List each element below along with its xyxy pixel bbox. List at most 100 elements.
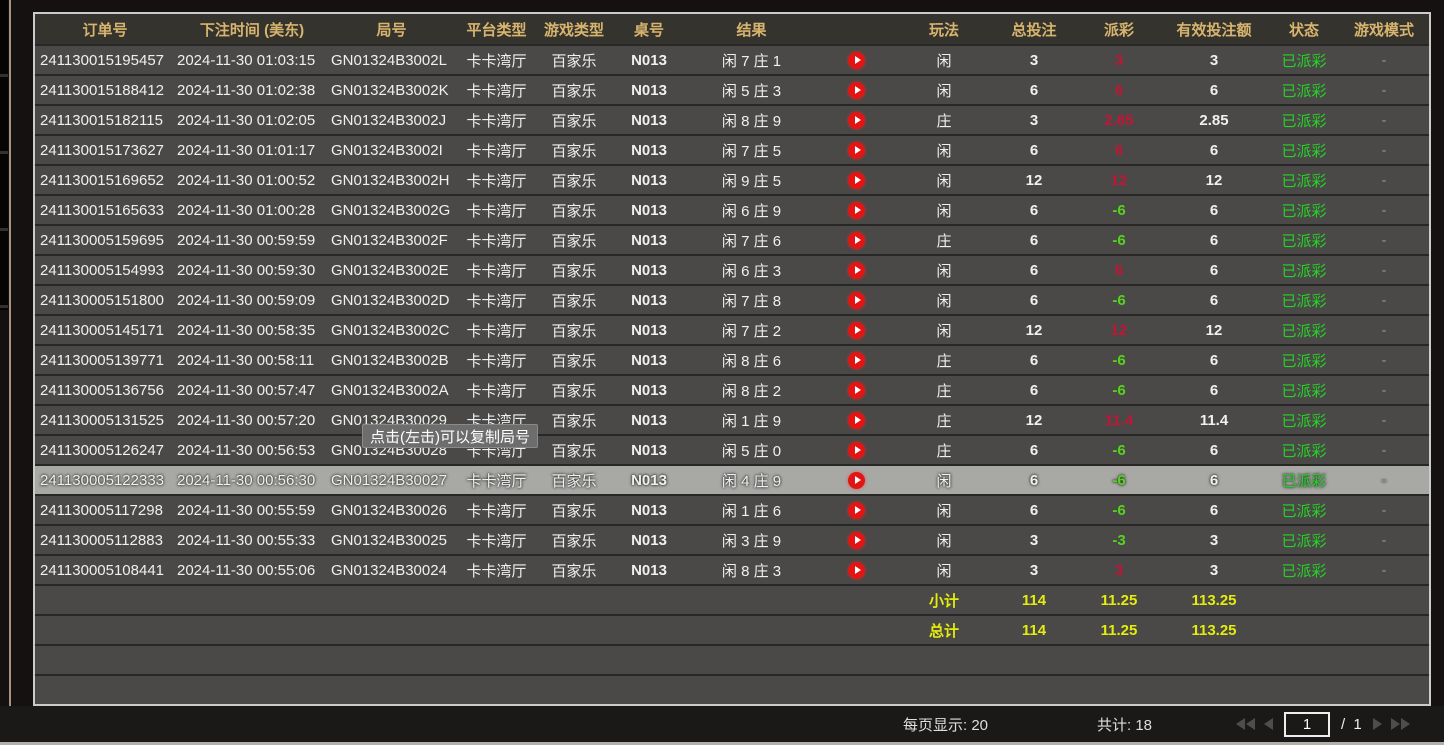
game-mode-cell: - <box>1339 196 1429 224</box>
background-window-strip <box>0 0 8 310</box>
round-id-cell[interactable]: GN01324B3002E <box>329 256 454 284</box>
round-id-cell[interactable]: GN01324B3002H <box>329 166 454 194</box>
status-cell: 已派彩 <box>1269 106 1339 134</box>
table-row[interactable]: 2411300051549932024-11-30 00:59:30GN0132… <box>35 254 1429 284</box>
replay-play-icon[interactable] <box>848 382 865 399</box>
replay-play-icon[interactable] <box>848 202 865 219</box>
table-row[interactable]: 2411300051367562024-11-30 00:57:47GN0132… <box>35 374 1429 404</box>
replay-play-icon[interactable] <box>848 502 865 519</box>
round-id-cell[interactable]: GN01324B3002I <box>329 136 454 164</box>
replay-play-icon[interactable] <box>848 412 865 429</box>
column-header: 派彩 <box>1079 14 1159 44</box>
valid-bet-cell: 6 <box>1159 436 1269 464</box>
table-row[interactable]: 2411300051172982024-11-30 00:55:59GN0132… <box>35 494 1429 524</box>
bet-time-cell: 2024-11-30 01:02:38 <box>175 76 329 104</box>
table-row[interactable]: 2411300151884122024-11-30 01:02:38GN0132… <box>35 74 1429 104</box>
column-header: 状态 <box>1269 14 1339 44</box>
valid-bet-cell: 6 <box>1159 346 1269 374</box>
table-row[interactable]: 2411300151656332024-11-30 01:00:28GN0132… <box>35 194 1429 224</box>
round-id-cell[interactable]: GN01324B30025 <box>329 526 454 554</box>
replay-play-icon[interactable] <box>848 442 865 459</box>
round-id-cell[interactable]: GN01324B3002F <box>329 226 454 254</box>
round-id-cell[interactable]: GN01324B3002J <box>329 106 454 134</box>
table-row[interactable]: 2411300051262472024-11-30 00:56:53GN0132… <box>35 434 1429 464</box>
round-id-cell[interactable]: GN01324B3002D <box>329 286 454 314</box>
replay-play-icon[interactable] <box>848 562 865 579</box>
table-row[interactable]: 2411300051518002024-11-30 00:59:09GN0132… <box>35 284 1429 314</box>
replay-cell <box>814 226 899 254</box>
table-number-cell: N013 <box>609 496 689 524</box>
table-row[interactable]: 2411300051084412024-11-30 00:55:06GN0132… <box>35 554 1429 584</box>
column-header: 玩法 <box>899 14 989 44</box>
replay-play-icon[interactable] <box>848 82 865 99</box>
replay-play-icon[interactable] <box>848 142 865 159</box>
replay-play-icon[interactable] <box>848 172 865 189</box>
round-id-cell[interactable]: GN01324B3002C <box>329 316 454 344</box>
play-triangle-icon <box>855 176 861 184</box>
first-page-icon[interactable] <box>1236 718 1255 730</box>
replay-play-icon[interactable] <box>848 532 865 549</box>
round-id-cell[interactable]: GN01324B3002K <box>329 76 454 104</box>
summary-valid-bet: 113.25 <box>1159 616 1269 644</box>
table-row[interactable]: 2411300051128832024-11-30 00:55:33GN0132… <box>35 524 1429 554</box>
status-cell: 已派彩 <box>1269 166 1339 194</box>
round-id-cell[interactable]: GN01324B3002G <box>329 196 454 224</box>
last-page-icon[interactable] <box>1391 718 1410 730</box>
replay-play-icon[interactable] <box>848 262 865 279</box>
order-id-cell: 241130015195457 <box>35 46 175 74</box>
replay-play-icon[interactable] <box>848 472 865 489</box>
game-result-cell: 闲 6 庄 3 <box>689 256 814 284</box>
summary-valid-bet: 113.25 <box>1159 586 1269 614</box>
replay-play-icon[interactable] <box>848 112 865 129</box>
payout-cell: 2.85 <box>1079 106 1159 134</box>
table-row[interactable]: 2411300051223332024-11-30 00:56:30GN0132… <box>35 464 1429 494</box>
replay-cell <box>814 136 899 164</box>
table-row[interactable]: 2411300151736272024-11-30 01:01:17GN0132… <box>35 134 1429 164</box>
round-id-cell[interactable]: GN01324B3002L <box>329 46 454 74</box>
table-row[interactable]: 2411300151954572024-11-30 01:03:15GN0132… <box>35 44 1429 74</box>
round-id-cell[interactable]: GN01324B30027 <box>329 466 454 494</box>
replay-cell <box>814 346 899 374</box>
replay-play-icon[interactable] <box>848 52 865 69</box>
play-triangle-icon <box>855 506 861 514</box>
valid-bet-cell: 6 <box>1159 286 1269 314</box>
game-result-cell: 闲 8 庄 6 <box>689 346 814 374</box>
platform-type-cell: 卡卡湾厅 <box>454 346 539 374</box>
play-triangle-icon <box>855 266 861 274</box>
total-bet-cell: 6 <box>989 226 1079 254</box>
replay-play-icon[interactable] <box>848 352 865 369</box>
platform-type-cell: 卡卡湾厅 <box>454 256 539 284</box>
game-mode-cell: - <box>1339 286 1429 314</box>
round-id-cell[interactable]: GN01324B3002A <box>329 376 454 404</box>
table-row[interactable]: 2411300051397712024-11-30 00:58:11GN0132… <box>35 344 1429 374</box>
order-id-cell: 241130005159695 <box>35 226 175 254</box>
game-mode-cell: - <box>1339 256 1429 284</box>
table-number-cell: N013 <box>609 46 689 74</box>
game-type-cell: 百家乐 <box>539 46 609 74</box>
empty-row <box>35 674 1429 704</box>
order-id-cell: 241130015165633 <box>35 196 175 224</box>
play-triangle-icon <box>855 296 861 304</box>
page-number-input[interactable]: 1 <box>1284 712 1330 737</box>
table-row[interactable]: 2411300051596952024-11-30 00:59:59GN0132… <box>35 224 1429 254</box>
summary-empty-cell <box>539 616 609 644</box>
replay-play-icon[interactable] <box>848 322 865 339</box>
bet-side-cell: 闲 <box>899 256 989 284</box>
table-number-cell: N013 <box>609 556 689 584</box>
round-id-cell[interactable]: GN01324B30024 <box>329 556 454 584</box>
game-result-cell: 闲 1 庄 6 <box>689 496 814 524</box>
next-page-icon[interactable] <box>1373 718 1382 730</box>
replay-cell <box>814 286 899 314</box>
round-id-cell[interactable]: GN01324B30026 <box>329 496 454 524</box>
play-triangle-icon <box>855 446 861 454</box>
round-id-cell[interactable]: GN01324B3002B <box>329 346 454 374</box>
table-row[interactable]: 2411300151821152024-11-30 01:02:05GN0132… <box>35 104 1429 134</box>
table-row[interactable]: 2411300151696522024-11-30 01:00:52GN0132… <box>35 164 1429 194</box>
table-row[interactable]: 2411300051451712024-11-30 00:58:35GN0132… <box>35 314 1429 344</box>
game-type-cell: 百家乐 <box>539 76 609 104</box>
replay-play-icon[interactable] <box>848 232 865 249</box>
table-row[interactable]: 2411300051315252024-11-30 00:57:20GN0132… <box>35 404 1429 434</box>
replay-play-icon[interactable] <box>848 292 865 309</box>
prev-page-icon[interactable] <box>1264 718 1273 730</box>
table-number-cell: N013 <box>609 136 689 164</box>
